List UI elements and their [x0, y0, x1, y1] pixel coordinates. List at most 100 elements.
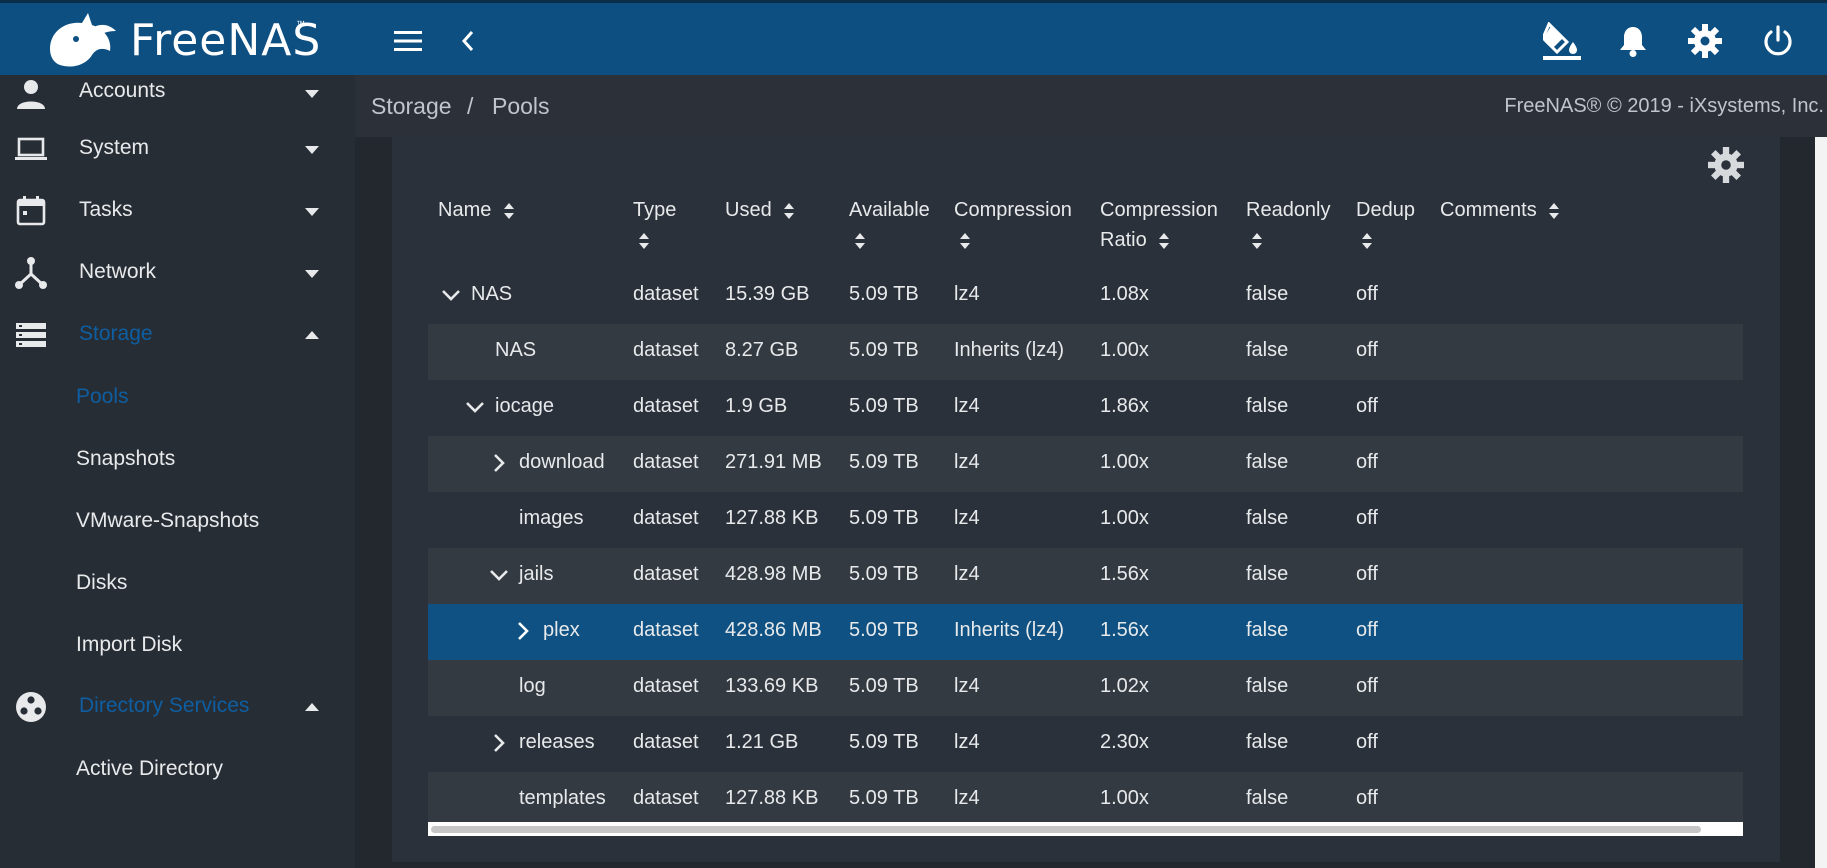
- breadcrumb-storage[interactable]: Storage: [371, 93, 452, 120]
- cell-used: 8.27 GB: [725, 339, 799, 361]
- cell-used: 1.9 GB: [725, 395, 788, 417]
- table-row[interactable]: jails dataset 428.98 MB 5.09 TB lz4 1.56…: [428, 548, 1743, 604]
- column-header-compression-ratio[interactable]: Compression Ratio: [1100, 195, 1240, 255]
- table-settings-gear-icon[interactable]: [1708, 147, 1744, 183]
- bell-icon[interactable]: [1613, 21, 1653, 61]
- sidebar-item-label: Directory Services: [79, 694, 250, 717]
- column-header-comments[interactable]: Comments: [1440, 195, 1560, 225]
- caret-down-icon: [305, 90, 319, 98]
- cell-dedup: off: [1356, 787, 1378, 809]
- sidebar-item-tasks[interactable]: Tasks: [0, 181, 355, 241]
- caret-down-icon: [305, 146, 319, 154]
- table-row[interactable]: NAS dataset 8.27 GB 5.09 TB Inherits (lz…: [428, 324, 1743, 380]
- table-row[interactable]: log dataset 133.69 KB 5.09 TB lz4 1.02x …: [428, 660, 1743, 716]
- sidebar-item-accounts[interactable]: Accounts: [0, 75, 355, 123]
- horizontal-scrollbar[interactable]: [428, 822, 1743, 836]
- sidebar-item-label: Accounts: [79, 79, 166, 102]
- cell-name: iocage: [495, 395, 554, 417]
- cell-ratio: 1.02x: [1100, 675, 1149, 697]
- column-header-available[interactable]: Available: [849, 195, 949, 255]
- cell-used: 133.69 KB: [725, 675, 819, 697]
- cell-type: dataset: [633, 339, 699, 361]
- cell-dedup: off: [1356, 619, 1378, 641]
- calendar-icon: [16, 196, 46, 226]
- chevron-down-icon[interactable]: [440, 284, 462, 306]
- cell-readonly: false: [1246, 675, 1289, 697]
- column-header-label: Ratio: [1100, 229, 1147, 251]
- chevron-right-icon[interactable]: [488, 452, 510, 474]
- caret-down-icon: [305, 208, 319, 216]
- sort-icon: [784, 202, 795, 219]
- table-row[interactable]: iocage dataset 1.9 GB 5.09 TB lz4 1.86x …: [428, 380, 1743, 436]
- sidebar-item-label: Network: [79, 260, 157, 283]
- cell-available: 5.09 TB: [849, 619, 919, 641]
- column-header-used[interactable]: Used: [725, 195, 795, 225]
- cell-readonly: false: [1246, 451, 1289, 473]
- brand[interactable]: FreeNAS ™: [0, 3, 355, 78]
- table-row[interactable]: NAS dataset 15.39 GB 5.09 TB lz4 1.08x f…: [428, 268, 1743, 324]
- chevron-down-icon[interactable]: [488, 564, 510, 586]
- sidebar-subitem-label: Pools: [76, 385, 129, 408]
- sidebar-item-system[interactable]: System: [0, 119, 355, 179]
- cell-ratio: 2.30x: [1100, 731, 1149, 753]
- cell-ratio: 1.08x: [1100, 283, 1149, 305]
- cell-readonly: false: [1246, 563, 1289, 585]
- scrollbar-thumb[interactable]: [431, 826, 1701, 833]
- table-row[interactable]: templates dataset 127.88 KB 5.09 TB lz4 …: [428, 772, 1743, 828]
- cell-readonly: false: [1246, 619, 1289, 641]
- table-row[interactable]: images dataset 127.88 KB 5.09 TB lz4 1.0…: [428, 492, 1743, 548]
- sidebar-subitem-pools[interactable]: Pools: [0, 367, 355, 427]
- chevron-right-icon[interactable]: [512, 620, 534, 642]
- sidebar-subitem-disks[interactable]: Disks: [0, 553, 355, 613]
- sidebar-subitem-import-disk[interactable]: Import Disk: [0, 615, 355, 675]
- gear-icon[interactable]: [1685, 21, 1725, 61]
- sidebar-item-directory-services[interactable]: Directory Services: [0, 677, 355, 737]
- trademark-mark: ™: [296, 19, 305, 29]
- breadcrumb-separator: /: [467, 93, 474, 119]
- column-header-compression[interactable]: Compression: [954, 195, 1094, 255]
- cell-name: templates: [519, 787, 606, 809]
- cell-available: 5.09 TB: [849, 787, 919, 809]
- paint-bucket-icon[interactable]: [1542, 21, 1582, 61]
- brand-name: FreeNAS: [130, 15, 322, 66]
- cell-compression: lz4: [954, 675, 980, 697]
- column-header-dedup[interactable]: Dedup: [1356, 195, 1426, 255]
- cell-compression: lz4: [954, 395, 980, 417]
- column-header-name[interactable]: Name: [438, 195, 515, 225]
- menu-icon[interactable]: [388, 21, 428, 61]
- sidebar-subitem-active-directory[interactable]: Active Directory: [0, 739, 355, 799]
- column-header-type[interactable]: Type: [633, 195, 703, 255]
- sidebar-subitem-vmware-snapshots[interactable]: VMware-Snapshots: [0, 491, 355, 551]
- sidebar-subitem-snapshots[interactable]: Snapshots: [0, 429, 355, 489]
- chevron-down-icon[interactable]: [464, 396, 486, 418]
- cell-dedup: off: [1356, 675, 1378, 697]
- sort-icon: [639, 232, 649, 249]
- table-row[interactable]: releases dataset 1.21 GB 5.09 TB lz4 2.3…: [428, 716, 1743, 772]
- sidebar-subitem-label: Active Directory: [76, 757, 224, 780]
- sort-icon: [1549, 202, 1560, 219]
- chevron-right-icon[interactable]: [488, 732, 510, 754]
- sidebar-item-storage[interactable]: Storage: [0, 305, 355, 365]
- cell-used: 1.21 GB: [725, 731, 799, 753]
- cell-ratio: 1.56x: [1100, 619, 1149, 641]
- table-row-selected[interactable]: plex dataset 428.86 MB 5.09 TB Inherits …: [428, 604, 1743, 660]
- caret-up-icon: [305, 703, 319, 711]
- sort-icon: [1362, 232, 1372, 249]
- column-header-label: Available: [849, 199, 930, 221]
- column-header-readonly[interactable]: Readonly: [1246, 195, 1346, 255]
- cell-available: 5.09 TB: [849, 283, 919, 305]
- chevron-left-icon[interactable]: [448, 21, 488, 61]
- breadcrumb-pools: Pools: [492, 93, 550, 119]
- accounts-icon: [17, 80, 45, 109]
- column-header-label: Type: [633, 199, 677, 221]
- table-row[interactable]: download dataset 271.91 MB 5.09 TB lz4 1…: [428, 436, 1743, 492]
- cell-dedup: off: [1356, 507, 1378, 529]
- cell-compression: Inherits (lz4): [954, 619, 1065, 641]
- vertical-scrollbar[interactable]: [1815, 137, 1827, 868]
- power-icon[interactable]: [1758, 21, 1798, 61]
- cell-dedup: off: [1356, 563, 1378, 585]
- cell-available: 5.09 TB: [849, 339, 919, 361]
- caret-up-icon: [305, 331, 319, 339]
- cell-dedup: off: [1356, 451, 1378, 473]
- sidebar-item-network[interactable]: Network: [0, 243, 355, 303]
